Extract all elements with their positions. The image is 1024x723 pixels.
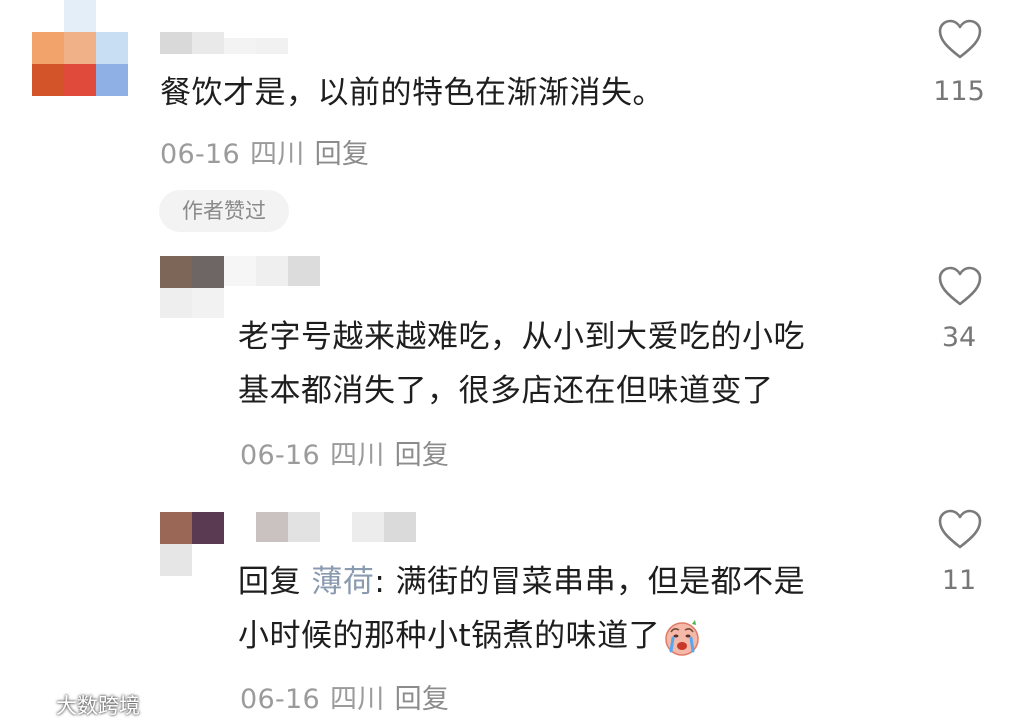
comment-location: 四川 (249, 139, 305, 170)
comment-meta: 06-16 四川 回复 (160, 132, 379, 171)
reply-prefix: 回复 (238, 564, 301, 600)
comment-meta: 06-16 四川 回复 (240, 433, 459, 472)
watermark-logo-icon (0, 696, 50, 714)
comment-text: 基本都消失了，很多店还在但味道变了 (238, 373, 774, 409)
reply-button[interactable]: 回复 (315, 139, 370, 170)
comment-text: 回复 薄荷: 满街的冒菜串串，但是都不是 (238, 561, 805, 604)
reply-button[interactable]: 回复 (395, 684, 450, 715)
comment-location: 四川 (329, 684, 385, 715)
heart-outline-icon[interactable] (937, 18, 983, 60)
like-count: 11 (941, 565, 977, 596)
comment-meta: 06-16 四川 回复 (240, 677, 459, 716)
heart-outline-icon[interactable] (937, 265, 983, 307)
comment-text: 小时候的那种小t锅煮的味道了 (238, 615, 702, 658)
crying-face-emoji (665, 619, 699, 656)
watermark-text: 大数跨境 (56, 694, 140, 718)
comment-text: 餐饮才是，以前的特色在渐渐消失。 (160, 75, 664, 111)
heart-outline-icon[interactable] (937, 508, 983, 550)
author-liked-badge: 作者赞过 (159, 190, 289, 232)
like-count: 34 (941, 322, 977, 353)
reply-text: 小时候的那种小t锅煮的味道了 (238, 618, 661, 654)
like-count: 115 (933, 76, 985, 107)
comment-date: 06-16 (160, 139, 240, 170)
comment-date: 06-16 (240, 440, 320, 471)
comment-date: 06-16 (240, 684, 320, 715)
reply-text: : 满街的冒菜串串，但是都不是 (374, 564, 806, 600)
mention-username[interactable]: 薄荷 (311, 564, 374, 600)
comment-location: 四川 (329, 440, 385, 471)
watermark: 大数跨境 (0, 690, 140, 720)
reply-button[interactable]: 回复 (395, 440, 450, 471)
comment-text: 老字号越来越难吃，从小到大爱吃的小吃 (238, 319, 805, 355)
